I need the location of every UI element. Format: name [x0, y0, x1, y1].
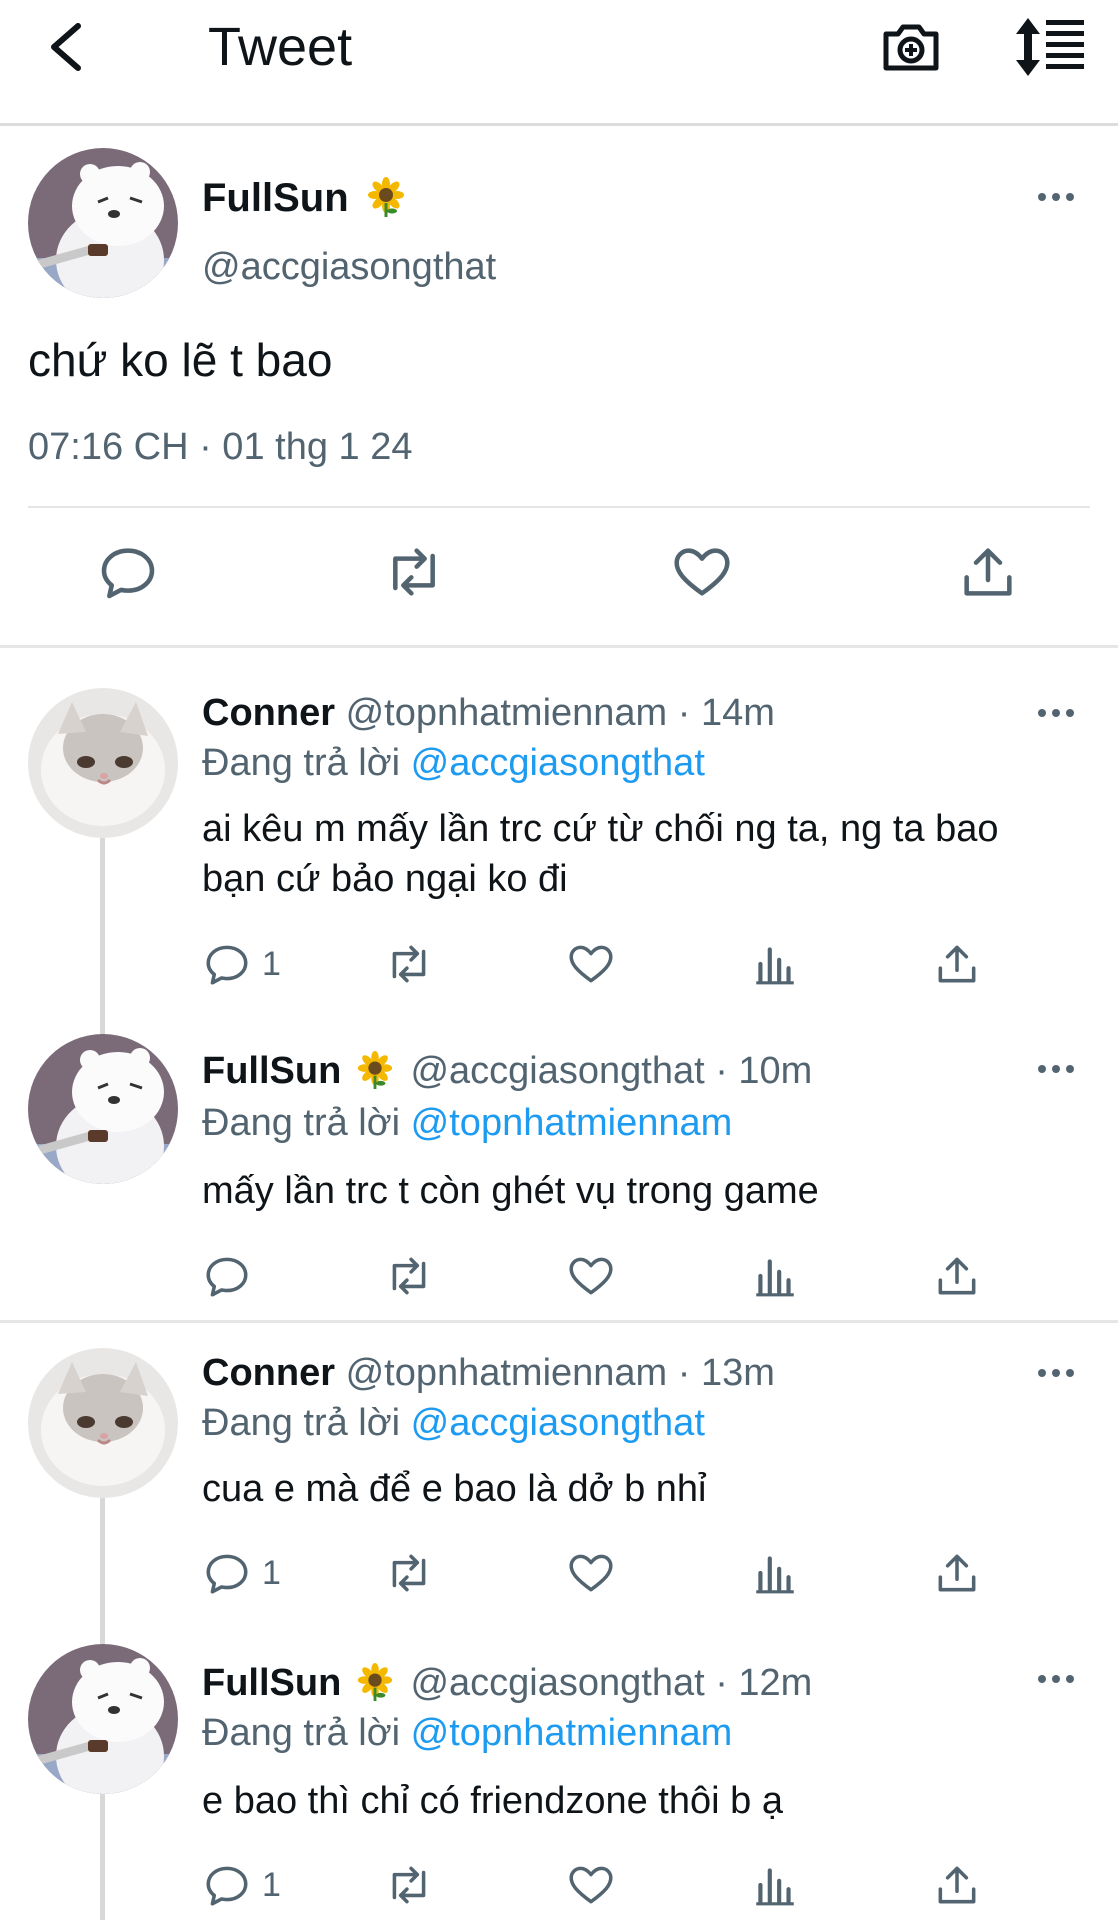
like-button[interactable] [566, 1858, 616, 1912]
author-handle[interactable]: @accgiasongthat [202, 244, 496, 290]
share-button[interactable] [932, 937, 982, 991]
analytics-button[interactable] [750, 1249, 800, 1303]
thread-line [100, 1496, 105, 1644]
tweet-timestamp: 07:16 CH · 01 thg 1 24 [28, 426, 413, 468]
reply-actions: 1 [202, 937, 1022, 991]
author-name[interactable]: FullSun [202, 174, 406, 222]
reply-icon [202, 1548, 252, 1598]
reply-header[interactable]: FullSun @accgiasongthat · 10m [202, 1048, 812, 1094]
sunflower-icon [366, 177, 406, 217]
like-icon [566, 1251, 616, 1301]
page-title: Tweet [208, 17, 353, 77]
replying-to: Đang trả lời @accgiasongthat [202, 1402, 705, 1444]
avatar[interactable] [28, 1034, 178, 1184]
thread-line [100, 1792, 105, 1920]
share-icon [932, 1251, 982, 1301]
sunflower-icon [356, 1051, 394, 1089]
analytics-button[interactable] [750, 1858, 800, 1912]
like-icon [566, 939, 616, 989]
avatar[interactable] [28, 688, 178, 838]
share-icon [932, 939, 982, 989]
sunflower-icon [356, 1663, 394, 1701]
like-icon [566, 1860, 616, 1910]
top-bar: Tweet [0, 0, 1118, 126]
avatar[interactable] [28, 148, 178, 298]
retweet-icon [384, 1860, 434, 1910]
reply-text: ai kêu m mấy lần trc cứ từ chối ng ta, n… [202, 808, 999, 900]
retweet-icon [384, 1251, 434, 1301]
avatar[interactable] [28, 1348, 178, 1498]
share-icon[interactable] [956, 540, 1020, 604]
replying-to: Đang trả lời @accgiasongthat [202, 742, 705, 784]
retweet-icon [384, 1548, 434, 1598]
share-icon [932, 1548, 982, 1598]
more-icon[interactable] [1036, 186, 1076, 208]
more-icon[interactable] [1036, 702, 1076, 724]
more-icon[interactable] [1036, 1362, 1076, 1384]
like-button[interactable] [566, 1249, 616, 1303]
retweet-button[interactable] [384, 1858, 434, 1912]
divider [28, 506, 1090, 508]
like-button[interactable] [566, 1546, 616, 1600]
analytics-icon [750, 1860, 800, 1910]
analytics-button[interactable] [750, 937, 800, 991]
retweet-button[interactable] [384, 1546, 434, 1600]
reply-header[interactable]: FullSun @accgiasongthat · 12m [202, 1660, 812, 1706]
reply-button[interactable]: 1 [202, 937, 281, 991]
divider [0, 645, 1118, 648]
analytics-icon [750, 939, 800, 989]
retweet-button[interactable] [384, 1249, 434, 1303]
reply-actions [202, 1249, 1022, 1303]
reply-icon [202, 939, 252, 989]
analytics-icon [750, 1548, 800, 1598]
reply-icon [202, 1860, 252, 1910]
share-button[interactable] [932, 1249, 982, 1303]
replying-to: Đang trả lời @topnhatmiennam [202, 1102, 733, 1144]
tweet-text: chứ ko lẽ t bao [28, 334, 333, 386]
like-icon[interactable] [670, 540, 734, 604]
reply-button[interactable] [202, 1249, 262, 1303]
tweet-actions [0, 540, 1118, 610]
reply-button[interactable]: 1 [202, 1546, 281, 1600]
reply-header[interactable]: Conner @topnhatmiennam · 14m [202, 690, 775, 736]
reply-text: mấy lần trc t còn ghét vụ trong game [202, 1170, 819, 1212]
more-icon[interactable] [1036, 1058, 1076, 1080]
replying-to: Đang trả lời @topnhatmiennam [202, 1712, 733, 1754]
like-button[interactable] [566, 937, 616, 991]
share-button[interactable] [932, 1546, 982, 1600]
reply-text: cua e mà để e bao là dở b nhỉ [202, 1468, 707, 1510]
retweet-button[interactable] [384, 937, 434, 991]
retweet-icon [384, 939, 434, 989]
divider [0, 1320, 1118, 1323]
share-button[interactable] [932, 1858, 982, 1912]
back-arrow-icon[interactable] [40, 14, 100, 80]
sort-icon[interactable] [1012, 14, 1086, 80]
reply-actions: 1 [202, 1546, 1022, 1600]
reply-icon[interactable] [96, 540, 160, 604]
more-icon[interactable] [1036, 1668, 1076, 1690]
analytics-button[interactable] [750, 1546, 800, 1600]
like-icon [566, 1548, 616, 1598]
thread-line [100, 838, 105, 1036]
reply-actions: 1 [202, 1858, 1022, 1912]
reply-text: e bao thì chỉ có friendzone thôi b ạ [202, 1780, 783, 1822]
camera-plus-icon[interactable] [878, 14, 944, 80]
analytics-icon [750, 1251, 800, 1301]
retweet-icon[interactable] [382, 540, 446, 604]
reply-button[interactable]: 1 [202, 1858, 281, 1912]
avatar[interactable] [28, 1644, 178, 1794]
share-icon [932, 1860, 982, 1910]
reply-icon [202, 1251, 252, 1301]
reply-header[interactable]: Conner @topnhatmiennam · 13m [202, 1350, 775, 1396]
